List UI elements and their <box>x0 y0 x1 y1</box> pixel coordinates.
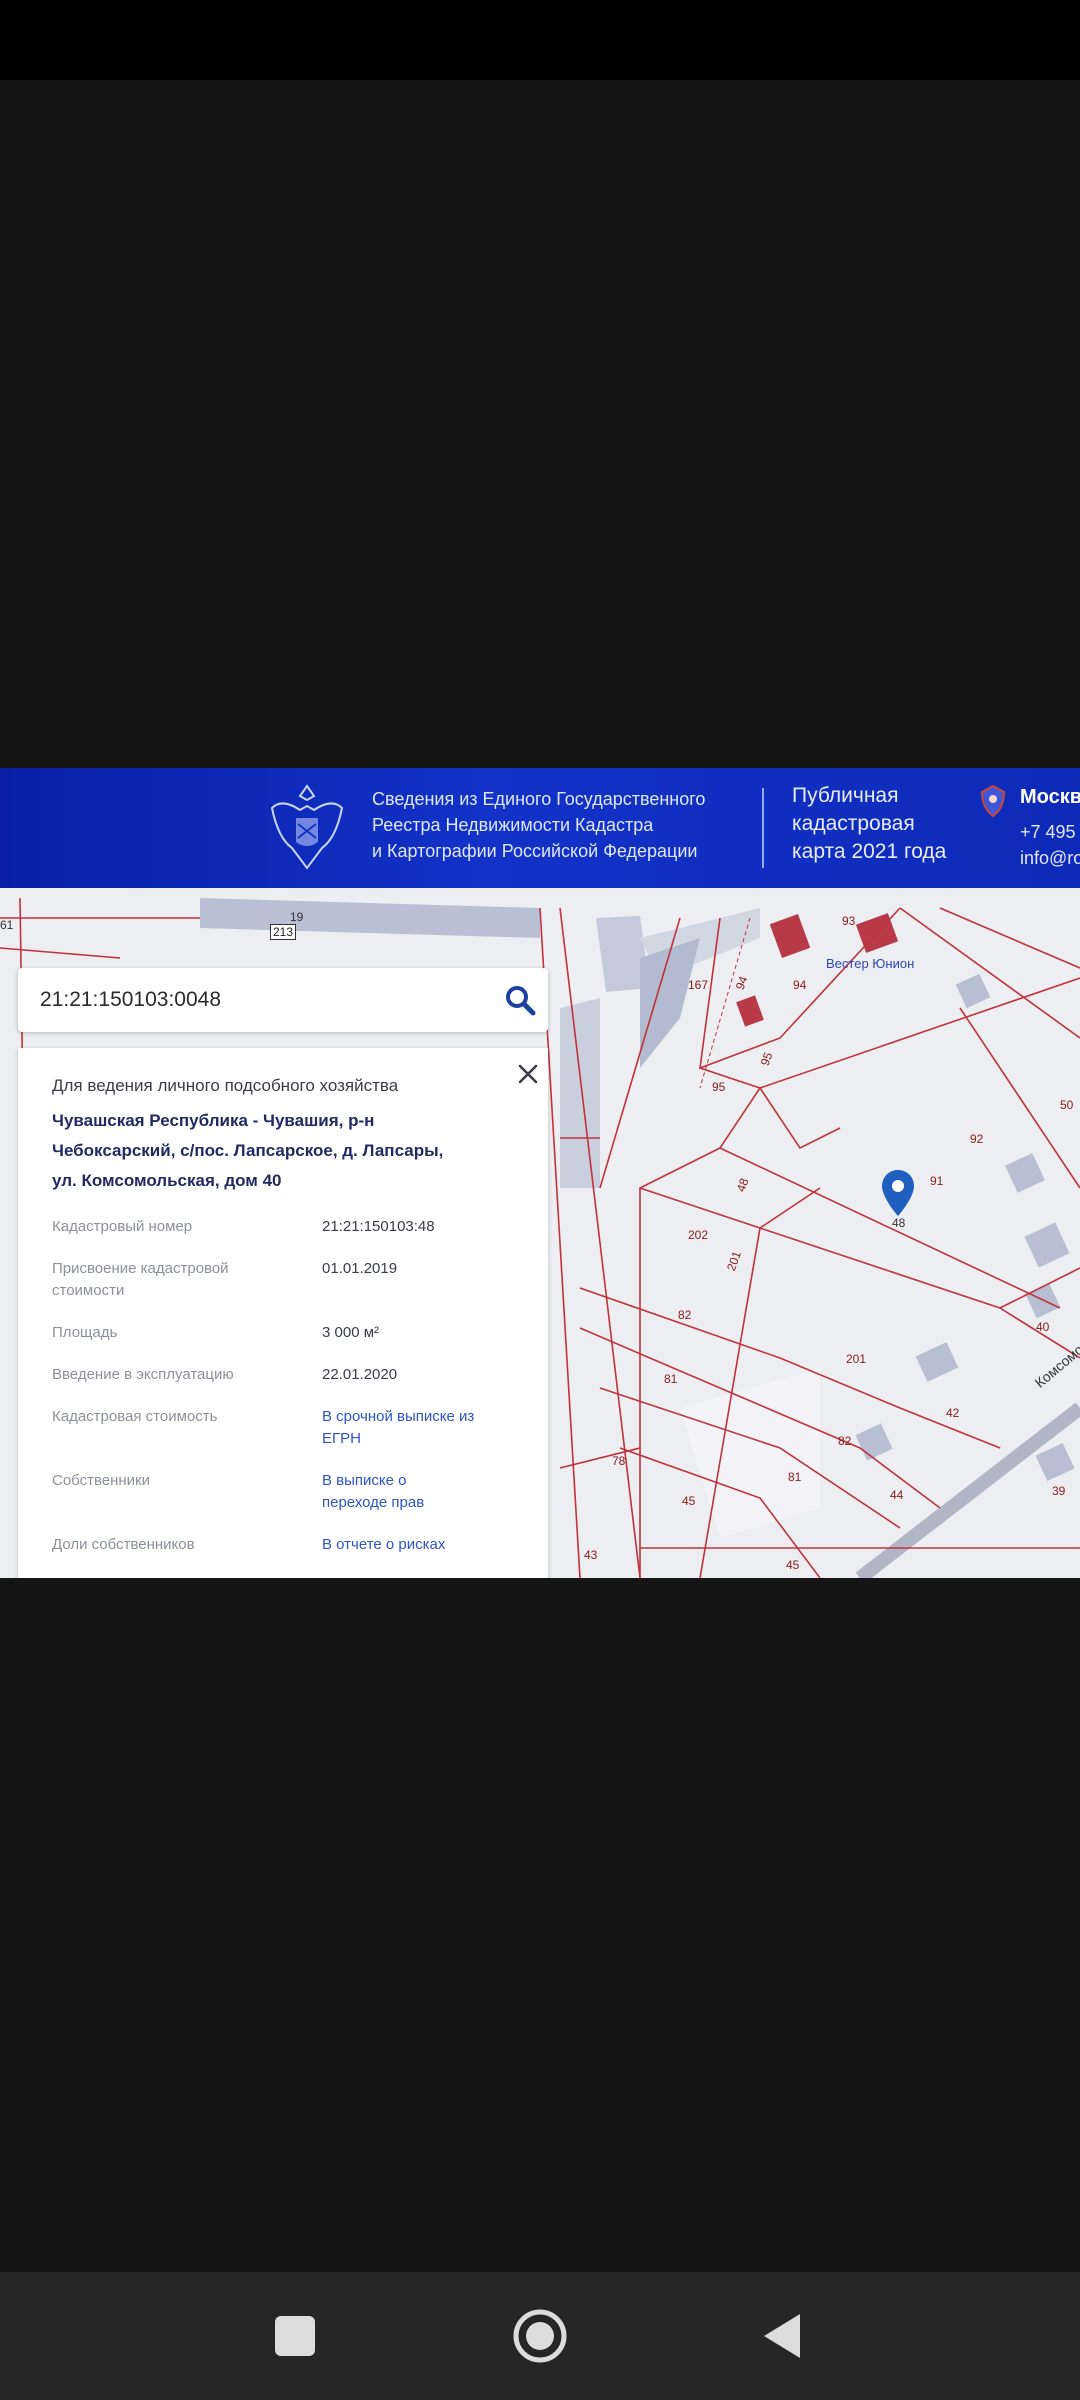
map-label: 61 <box>0 918 14 932</box>
map-label: 92 <box>970 1132 984 1146</box>
map-label: 91 <box>930 1174 944 1188</box>
header-divider <box>762 788 764 868</box>
map-title: Публичная кадастровая карта 2021 года <box>792 784 947 863</box>
land-purpose: Для ведения личного подсобного хозяйства <box>52 1076 399 1095</box>
value-commissioning: 22.01.2020 <box>322 1366 398 1383</box>
value-cadastral-number: 21:21:150103:48 <box>322 1218 435 1235</box>
link-cadastral-value[interactable]: В срочной выписке из ЕГРН <box>322 1406 482 1450</box>
map-label: 81 <box>664 1372 678 1386</box>
marker-label: 48 <box>892 1216 906 1230</box>
map-label-business[interactable]: Вестер Юнион <box>826 956 914 971</box>
label-commissioning: Введение в эксплуатацию <box>52 1366 234 1383</box>
label-value-assignment: Присвоение кадастровой стоимости <box>52 1260 229 1299</box>
search-box <box>18 968 548 1032</box>
label-owner-shares: Доли собственников <box>52 1536 195 1553</box>
link-owners[interactable]: В выписке о переходе прав <box>322 1470 472 1514</box>
parcel-address: Чувашская Республика - Чувашия, р-н Чебо… <box>52 1111 444 1190</box>
value-value-assignment: 01.01.2019 <box>322 1260 398 1277</box>
map-label: 45 <box>786 1558 800 1572</box>
map-label: 202 <box>688 1228 709 1242</box>
label-cadastral-number: Кадастровый номер <box>52 1218 193 1235</box>
search-input[interactable] <box>38 982 482 1018</box>
photo-of-screen: Сведения из Единого Государственного Рее… <box>0 768 1080 1578</box>
link-owner-shares[interactable]: В отчете о рисках <box>322 1534 542 1556</box>
header-city: Москв <box>1020 786 1080 808</box>
map-label: 40 <box>1036 1320 1050 1334</box>
map-label: 201 <box>846 1352 867 1366</box>
map-label: 39 <box>1052 1484 1066 1498</box>
site-header: Сведения из Единого Государственного Рее… <box>0 768 1080 888</box>
label-cadastral-value: Кадастровая стоимость <box>52 1408 218 1425</box>
map-label: 95 <box>712 1080 726 1094</box>
circle-icon[interactable] <box>508 2304 572 2368</box>
label-area: Площадь <box>52 1324 118 1341</box>
map-label: 93 <box>842 914 856 928</box>
header-email[interactable]: info@ro <box>1020 848 1080 869</box>
header-phone[interactable]: +7 495 4 <box>1020 822 1080 843</box>
map-label: 78 <box>612 1454 626 1468</box>
navigation-bar <box>0 2272 1080 2400</box>
triangle-icon[interactable] <box>752 2304 816 2368</box>
map-label: 82 <box>838 1434 852 1448</box>
map-label: 82 <box>678 1308 692 1322</box>
map-label: 44 <box>890 1488 904 1502</box>
registry-title: Сведения из Единого Государственного Рее… <box>372 789 706 861</box>
coat-of-arms-icon <box>980 784 1006 818</box>
map-label: 50 <box>1060 1098 1074 1112</box>
location-marker-icon[interactable] <box>880 1168 916 1218</box>
map-label: 19 <box>290 910 304 924</box>
map-label: 167 <box>688 978 709 992</box>
map-label: 42 <box>946 1406 960 1420</box>
close-icon[interactable] <box>514 1060 542 1088</box>
eagle-emblem-icon <box>270 784 344 870</box>
map-label: 45 <box>682 1494 696 1508</box>
map-label: 94 <box>793 978 807 992</box>
parcel-info-card: Для ведения личного подсобного хозяйства… <box>18 1048 548 1578</box>
map-label: 43 <box>584 1548 598 1562</box>
square-icon[interactable] <box>263 2304 327 2368</box>
map-label: 213 <box>270 924 297 940</box>
search-icon[interactable] <box>502 982 538 1018</box>
label-owners: Собственники <box>52 1472 150 1489</box>
value-area: 3 000 м² <box>322 1324 380 1341</box>
status-bar <box>0 0 1080 80</box>
map-label: 81 <box>788 1470 802 1484</box>
